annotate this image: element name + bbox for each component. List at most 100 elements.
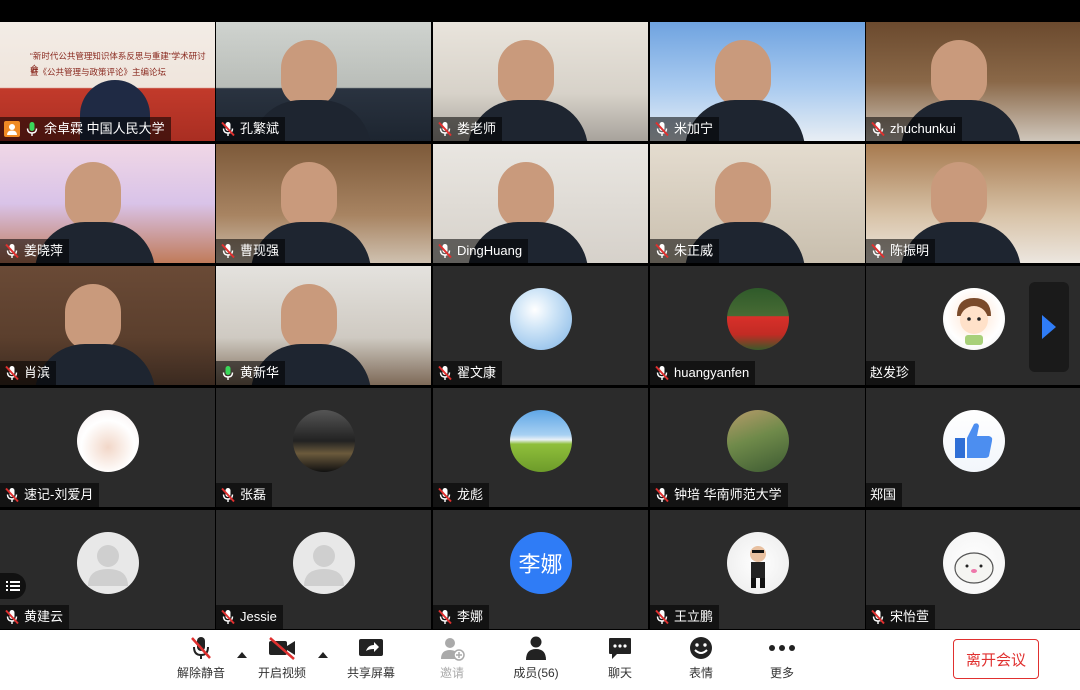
participant-name-tag: 龙彪 [433,483,490,507]
list-view-button[interactable] [0,573,26,599]
participant-tile[interactable]: “新时代公共管理知识体系反思与重建”学术研讨会 暨《公共管理与政策评论》主编论坛余… [0,22,215,141]
person-silhouette [498,162,554,228]
profile-avatar [509,409,572,472]
participant-tile[interactable]: 黄建云 [0,510,215,629]
add-user-icon [437,634,467,662]
participant-name: 龙彪 [457,487,484,502]
audio-options-caret[interactable] [237,652,247,658]
participant-name-tag: 朱正威 [650,239,720,263]
participant-name: 黄建云 [24,609,64,624]
invite-button[interactable]: 邀请 [417,634,487,686]
mic-muted-icon [871,243,885,259]
participant-tile[interactable]: huangyanfen [650,266,865,385]
profile-avatar [292,531,355,594]
participant-tile[interactable]: 龙彪 [433,388,648,507]
participant-name-tag: 张磊 [216,483,273,507]
person-silhouette [715,40,771,106]
mic-muted-icon [438,609,452,625]
participant-tile[interactable]: 米加宁 [650,22,865,141]
chat-button[interactable]: 聊天 [585,634,655,686]
person-silhouette [498,40,554,106]
person-silhouette [281,284,337,350]
mic-muted-icon [655,243,669,259]
smiley-icon [686,634,716,662]
invite-label: 邀请 [439,666,464,680]
participant-name-tag: 孔繁斌 [216,117,286,141]
participant-tile[interactable]: 速记-刘爱月 [0,388,215,507]
participant-name: 米加宁 [674,121,714,136]
participant-tile[interactable]: 钟培 华南师范大学 [650,388,865,507]
list-icon [6,581,20,591]
seal-cartoon-icon [953,551,994,584]
mic-muted-icon [438,365,452,381]
participant-name: 速记-刘爱月 [24,487,94,502]
default-person-icon [303,544,344,586]
participant-name: 黄新华 [240,365,280,380]
next-page-button[interactable] [1029,282,1069,372]
participant-tile[interactable]: 郑国 [866,388,1080,507]
participant-name: 宋怡萱 [890,609,930,624]
start-video-button[interactable]: 开启视频 [247,634,317,686]
profile-avatar [292,409,355,472]
mic-muted-icon [871,609,885,625]
participant-name-tag: 黄新华 [216,361,286,385]
participant-name-tag: zhuchunkui [866,117,962,141]
participant-tile[interactable]: 孔繁斌 [216,22,431,141]
participant-name: Jessie [240,609,277,624]
participant-tile[interactable]: 王立鹏 [650,510,865,629]
participant-tile[interactable]: 曹现强 [216,144,431,263]
start-video-label: 开启视频 [257,666,306,680]
profile-avatar [942,409,1005,472]
profile-avatar [76,409,139,472]
video-options-caret[interactable] [318,652,328,658]
participant-tile[interactable]: 李娜 李娜 [433,510,648,629]
participant-name: 王立鹏 [674,609,714,624]
person-silhouette [931,162,987,228]
share-screen-label: 共享屏幕 [346,666,395,680]
participant-name-tag: huangyanfen [650,361,756,385]
participant-tile[interactable]: Jessie [216,510,431,629]
mic-muted-icon [221,121,235,137]
more-label: 更多 [769,666,794,680]
thumbs-up-icon [954,422,992,458]
more-button[interactable]: 更多 [747,634,817,686]
participant-name-tag: 王立鹏 [650,605,720,629]
person-silhouette [65,162,121,228]
participant-tile[interactable]: 宋怡萱 [866,510,1080,629]
participant-name: 朱正威 [674,243,714,258]
share-screen-button[interactable]: 共享屏幕 [336,634,406,686]
participant-tile[interactable]: 肖滨 [0,266,215,385]
participant-name-tag: Jessie [216,605,283,629]
members-button[interactable]: 成员(56) [501,634,571,686]
participant-tile[interactable]: 娄老师 [433,22,648,141]
chat-label: 聊天 [607,666,632,680]
unmute-label: 解除静音 [176,666,225,680]
participant-tile[interactable]: 姜晓萍 [0,144,215,263]
meeting-window: { "participants": [ {"name": "余卓霖 中国人民大学… [0,0,1080,690]
mic-muted-icon [221,487,235,503]
unmute-button[interactable]: 解除静音 [166,634,236,686]
participant-tile[interactable]: 陈振明 [866,144,1080,263]
mic-muted-icon [186,634,216,662]
participant-name: 余卓霖 中国人民大学 [44,121,165,136]
person-silhouette [931,40,987,106]
reactions-button[interactable]: 表情 [666,634,736,686]
mic-muted-icon [655,365,669,381]
reactions-label: 表情 [688,666,713,680]
participant-name: DingHuang [457,243,523,258]
members-icon [521,634,551,662]
participant-tile[interactable]: 张磊 [216,388,431,507]
participant-tile[interactable]: DingHuang [433,144,648,263]
cartoon-face-icon [956,297,991,345]
person-silhouette [281,40,337,106]
leave-meeting-button[interactable]: 离开会议 [953,639,1039,679]
participant-name: 李娜 [457,609,484,624]
participant-tile[interactable]: zhuchunkui [866,22,1080,141]
mic-muted-icon [438,243,452,259]
child-photo-icon [749,545,766,588]
video-grid: “新时代公共管理知识体系反思与重建”学术研讨会 暨《公共管理与政策评论》主编论坛余… [0,22,1080,630]
participant-name-tag: 郑国 [866,483,903,507]
participant-tile[interactable]: 朱正威 [650,144,865,263]
participant-tile[interactable]: 黄新华 [216,266,431,385]
participant-tile[interactable]: 翟文康 [433,266,648,385]
